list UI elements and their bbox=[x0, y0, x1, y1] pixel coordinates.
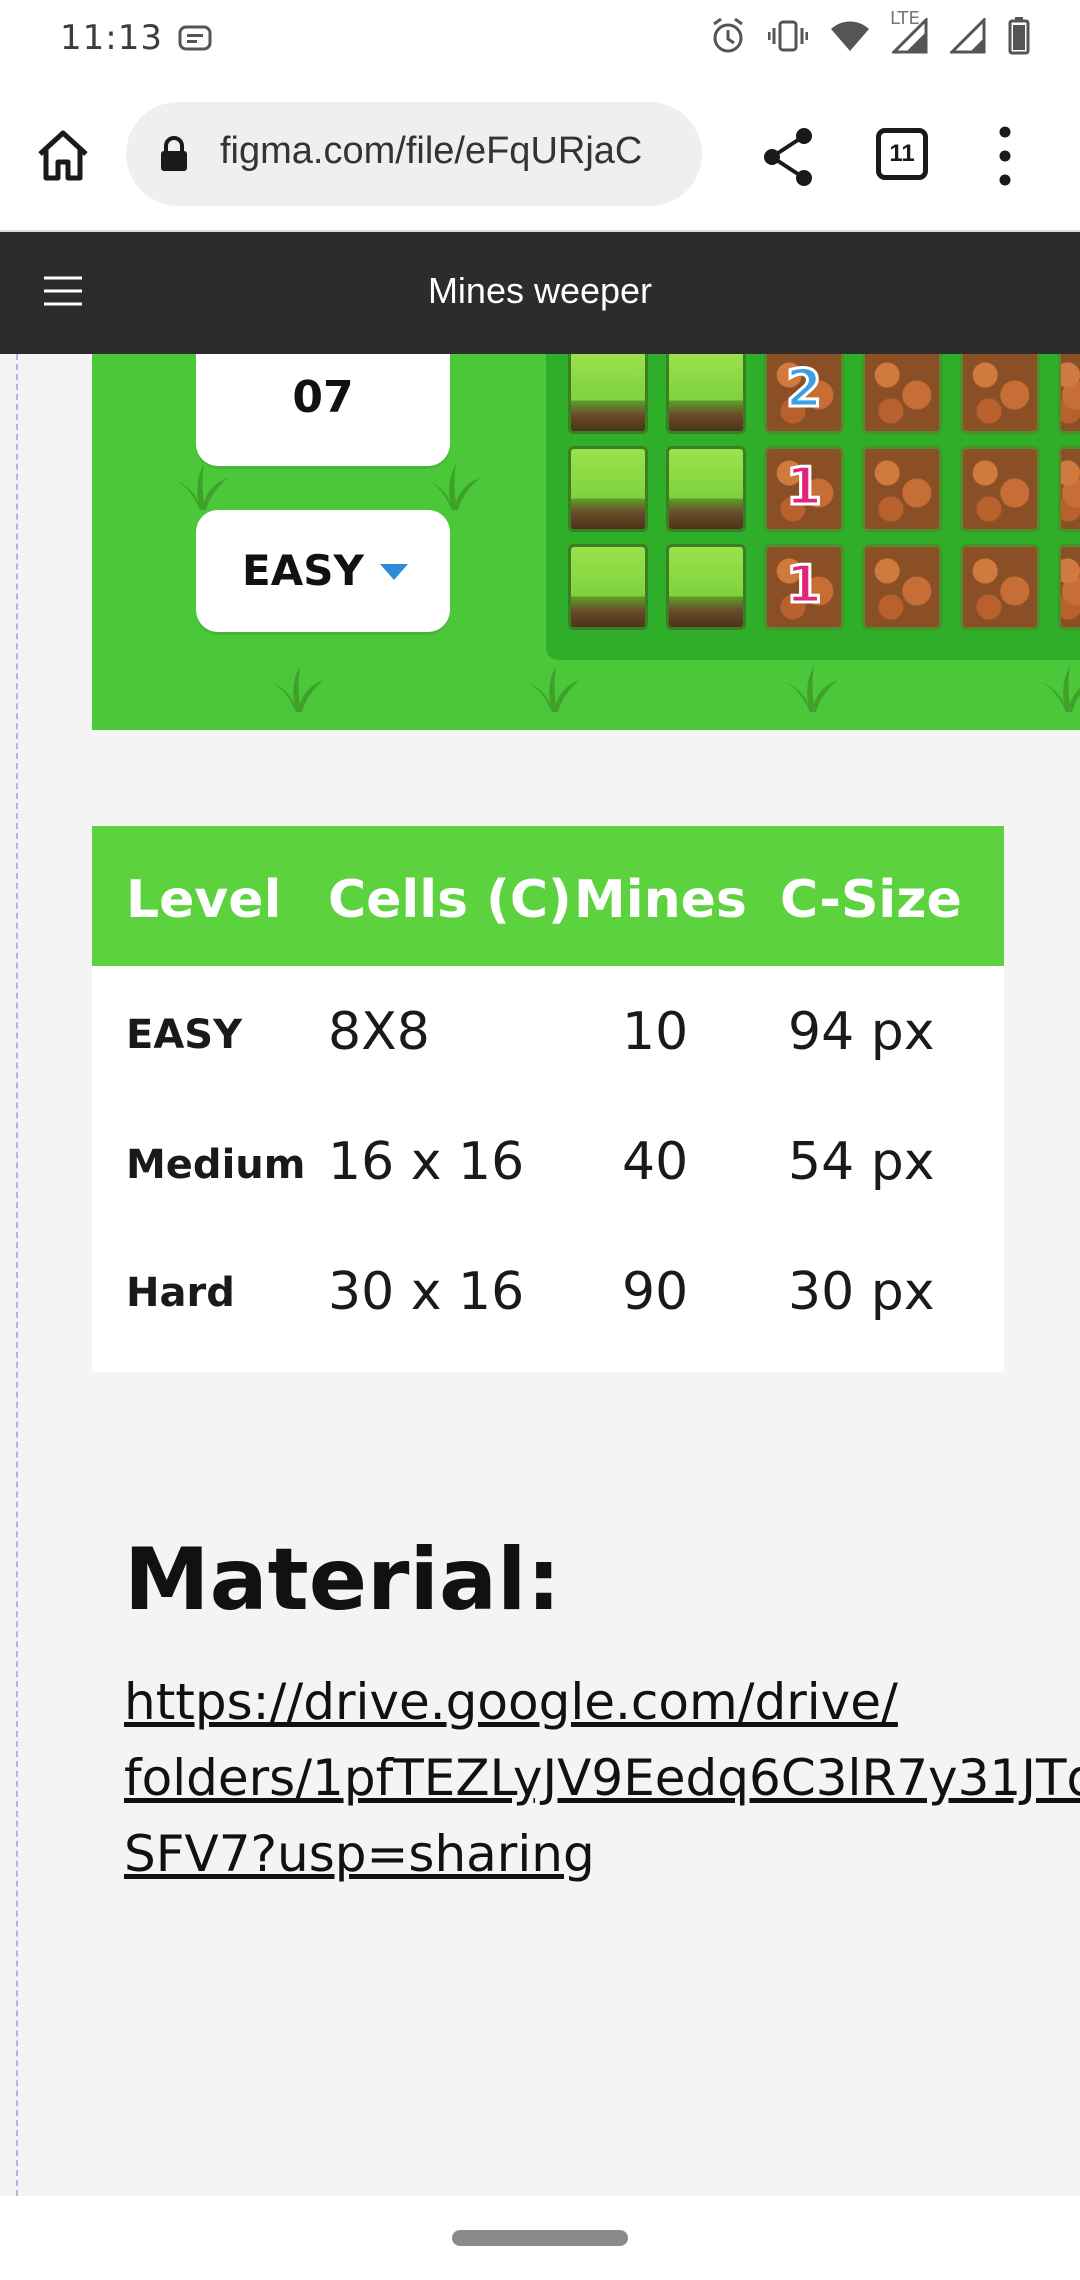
alarm-icon bbox=[710, 16, 746, 65]
status-bar: 11:13 LTE bbox=[0, 0, 1080, 80]
link-line: folders/1pfTEZLyJV9Eedq6C3lR7y31JTd bbox=[124, 1749, 1080, 1807]
bush-icon bbox=[174, 464, 228, 510]
table-cell: 90 bbox=[622, 1262, 689, 1322]
bush-icon bbox=[526, 666, 580, 712]
board-cell[interactable]: 2 bbox=[764, 354, 844, 434]
browser-toolbar: figma.com/file/eFqURjaC 11 bbox=[0, 80, 1080, 232]
table-cell: EASY bbox=[126, 1012, 243, 1058]
board-cell[interactable] bbox=[1058, 446, 1080, 532]
caret-down-icon bbox=[380, 564, 408, 580]
material-heading: Material: bbox=[124, 1530, 561, 1630]
table-cell: 16 x 16 bbox=[328, 1132, 525, 1192]
vibrate-icon bbox=[767, 18, 809, 63]
battery-icon bbox=[1008, 16, 1030, 64]
table-cell: 8X8 bbox=[328, 1002, 430, 1062]
tab-switcher-button[interactable]: 11 bbox=[876, 128, 928, 180]
board-cell[interactable]: 1 bbox=[764, 446, 844, 532]
board-cell[interactable] bbox=[568, 446, 648, 532]
figma-viewer-header: Mines weeper bbox=[0, 232, 1080, 354]
message-notification-icon bbox=[178, 24, 214, 65]
table-header-cell: Cells (C) bbox=[328, 870, 572, 930]
board-cell[interactable] bbox=[862, 354, 942, 434]
cell-number: 1 bbox=[784, 554, 823, 617]
board-cell[interactable] bbox=[666, 354, 746, 434]
link-line: SFV7?usp=sharing bbox=[124, 1825, 595, 1883]
table-header-cell: Mines bbox=[574, 870, 747, 930]
address-bar[interactable]: figma.com/file/eFqURjaC bbox=[126, 102, 702, 206]
timer-display: 07 bbox=[196, 354, 450, 466]
system-navigation-bar bbox=[0, 2196, 1080, 2280]
board-cell[interactable] bbox=[1058, 544, 1080, 630]
table-header-cell: Level bbox=[126, 870, 282, 930]
level-dropdown-value: EASY bbox=[242, 546, 364, 595]
board-cell[interactable] bbox=[1058, 354, 1080, 434]
table-cell: 10 bbox=[622, 1002, 689, 1062]
bush-icon bbox=[784, 666, 838, 712]
url-text: figma.com/file/eFqURjaC bbox=[220, 130, 643, 172]
table-cell: 30 x 16 bbox=[328, 1262, 525, 1322]
cell-number: 1 bbox=[784, 456, 823, 519]
board-cell[interactable] bbox=[960, 544, 1040, 630]
table-cell: 54 px bbox=[788, 1132, 935, 1192]
levels-table: Level Cells (C) Mines C-Size EASY 8X8 10… bbox=[92, 826, 1004, 1372]
board-cell[interactable] bbox=[960, 354, 1040, 434]
lte-signal-icon: LTE bbox=[890, 8, 928, 63]
more-vert-icon bbox=[999, 126, 1011, 186]
bush-icon bbox=[1040, 666, 1080, 712]
bush-icon bbox=[426, 464, 480, 510]
table-cell: Hard bbox=[126, 1270, 235, 1316]
board-cell[interactable] bbox=[568, 544, 648, 630]
link-line: https://drive.google.com/drive/ bbox=[124, 1673, 898, 1731]
layout-guide-line bbox=[16, 354, 18, 2196]
figma-canvas[interactable]: 07 EASY 2 1 1 Level Cells (C) Mines C-Si… bbox=[0, 354, 1080, 2196]
share-button[interactable] bbox=[754, 122, 824, 192]
overflow-menu-button[interactable] bbox=[980, 120, 1030, 194]
board-cell[interactable] bbox=[666, 446, 746, 532]
lock-icon bbox=[158, 136, 190, 176]
game-preview-frame: 07 EASY 2 1 1 bbox=[92, 354, 1080, 730]
board-cell[interactable] bbox=[960, 446, 1040, 532]
home-gesture-handle[interactable] bbox=[452, 2230, 628, 2246]
network-type-label: LTE bbox=[890, 7, 920, 29]
material-drive-link[interactable]: https://drive.google.com/drive/ folders/… bbox=[124, 1664, 1080, 1892]
status-time: 11:13 bbox=[60, 18, 163, 58]
home-button[interactable] bbox=[28, 120, 98, 190]
table-cell: 30 px bbox=[788, 1262, 935, 1322]
wifi-icon bbox=[830, 19, 870, 62]
share-icon bbox=[764, 128, 812, 186]
table-cell: Medium bbox=[126, 1142, 306, 1188]
timer-value: 07 bbox=[292, 372, 354, 423]
home-icon bbox=[38, 130, 88, 181]
table-header-cell: C-Size bbox=[780, 870, 962, 930]
board-cell[interactable] bbox=[862, 446, 942, 532]
board-cell[interactable] bbox=[862, 544, 942, 630]
cell-number: 2 bbox=[784, 358, 823, 421]
table-header-row: Level Cells (C) Mines C-Size bbox=[92, 826, 1004, 966]
file-title: Mines weeper bbox=[427, 270, 653, 311]
level-dropdown[interactable]: EASY bbox=[196, 510, 450, 632]
table-cell: 40 bbox=[622, 1132, 689, 1192]
board-cell[interactable] bbox=[568, 354, 648, 434]
table-cell: 94 px bbox=[788, 1002, 935, 1062]
signal-icon bbox=[948, 15, 986, 63]
board-cell[interactable] bbox=[666, 544, 746, 630]
game-board: 2 1 1 bbox=[546, 354, 1080, 660]
bush-icon bbox=[270, 666, 324, 712]
board-cell[interactable]: 1 bbox=[764, 544, 844, 630]
